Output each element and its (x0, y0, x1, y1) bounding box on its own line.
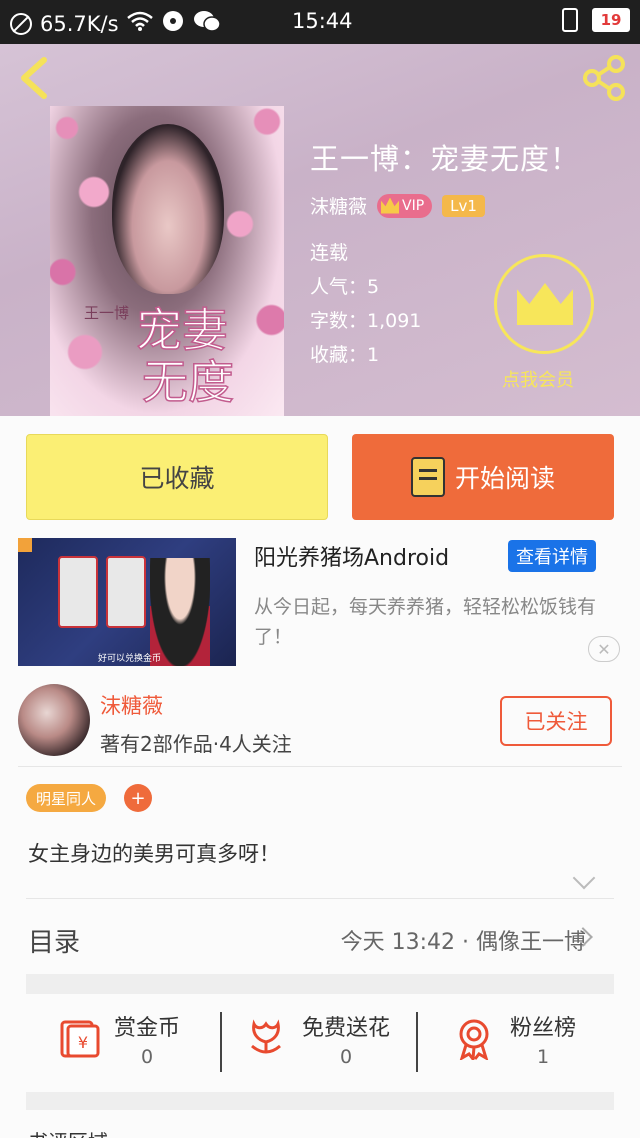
do-not-disturb-icon (10, 12, 32, 35)
music-icon (161, 9, 185, 38)
back-arrow-icon[interactable] (14, 56, 54, 100)
cover-portrait (112, 124, 224, 294)
share-icon[interactable] (580, 54, 628, 102)
ad-person-graphic (150, 558, 210, 666)
reviews-heading: 书评区域 (28, 1126, 108, 1138)
divider (416, 1012, 418, 1072)
book-header: 王一博 宠妻 无度 王一博：宠妻无度！ 沫糖薇 VIP Lv1 连载 人气：5 … (0, 44, 640, 416)
book-popularity: 人气：5 (310, 276, 380, 298)
book-icon (410, 457, 445, 497)
chevron-down-icon[interactable] (572, 866, 596, 890)
start-reading-button[interactable]: 开始阅读 (352, 434, 614, 520)
stat-value: 1 (536, 1046, 550, 1068)
net-speed: 65.7K/s (40, 11, 119, 36)
follow-button[interactable]: 已关注 (500, 696, 612, 746)
stat-fan-ranking[interactable]: 粉丝榜 1 (452, 1010, 640, 1074)
red-envelope-icon: ¥ (56, 1016, 100, 1060)
vip-join-button[interactable] (494, 254, 594, 354)
stat-label: 粉丝榜 (510, 1016, 577, 1041)
author-card-stats: 著有2部作品·4人关注 (100, 732, 292, 756)
ad-corner-tag (18, 538, 32, 552)
ad-detail-button[interactable]: 查看详情 (508, 540, 596, 572)
vibrate-icon (562, 8, 578, 32)
stat-label: 赏金币 (114, 1016, 181, 1041)
battery-icon: 19 (592, 8, 630, 32)
vip-label: VIP (402, 197, 425, 214)
wechat-icon (193, 9, 221, 38)
stat-free-flowers[interactable]: 免费送花 0 (244, 1010, 434, 1074)
ad-image[interactable]: 好可以兑换金币 (18, 538, 236, 666)
stat-value: 0 (339, 1046, 353, 1068)
cover-subtitle: 王一博 (84, 304, 130, 322)
ad-image-caption: 好可以兑换金币 (98, 654, 162, 664)
stat-label: 免费送花 (302, 1016, 391, 1041)
ad-close-icon[interactable]: ✕ (588, 636, 620, 662)
book-intro: 女主身边的美男可真多呀！ (28, 842, 280, 866)
stat-reward-coins[interactable]: ¥ 赏金币 0 (56, 1010, 246, 1074)
status-right: 19 (562, 8, 630, 32)
catalog-label[interactable]: 目录 (28, 922, 80, 959)
book-word-count: 字数：1,091 (310, 310, 422, 332)
crown-icon (381, 197, 400, 214)
section-gap (26, 1092, 614, 1110)
status-left: 65.7K/s (10, 9, 221, 38)
author-card-name[interactable]: 沫糖薇 (100, 690, 163, 720)
add-tag-button[interactable]: + (124, 784, 152, 812)
ad-phone-graphic (106, 556, 146, 628)
ad-phone-graphic (58, 556, 98, 628)
book-title: 王一博：宠妻无度！ (310, 142, 581, 176)
favorited-button[interactable]: 已收藏 (26, 434, 328, 520)
book-status: 连载 (310, 242, 349, 264)
flower-icon (244, 1016, 288, 1060)
book-favorites: 收藏：1 (310, 344, 380, 366)
wifi-icon (126, 11, 153, 36)
cover-flowers-left (50, 106, 130, 416)
tag-pill[interactable]: 明星同人 (26, 784, 107, 812)
author-line: 沫糖薇 VIP Lv1 (310, 192, 485, 219)
medal-icon (452, 1016, 496, 1063)
ad-description: 从今日起，每天养养猪，轻轻松松饭钱有了！ (254, 596, 597, 648)
divider (18, 766, 622, 767)
crown-icon (517, 283, 573, 325)
avatar[interactable] (18, 684, 90, 756)
start-reading-label: 开始阅读 (454, 464, 555, 493)
vip-join-label[interactable]: 点我会员 (502, 366, 574, 392)
level-badge: Lv1 (442, 194, 485, 217)
divider (220, 1012, 222, 1072)
divider (26, 898, 614, 899)
book-cover[interactable]: 王一博 宠妻 无度 (50, 106, 284, 416)
status-time: 15:44 (292, 9, 353, 33)
status-bar: 65.7K/s 15:44 19 (0, 0, 640, 44)
svg-text:¥: ¥ (78, 1033, 88, 1052)
vip-badge: VIP (377, 193, 433, 218)
cover-title-line2: 无度 (141, 354, 235, 410)
section-gap (26, 974, 614, 994)
ad-title[interactable]: 阳光养猪场Android (254, 540, 449, 572)
catalog-latest-chapter[interactable]: 今天 13:42 · 偶像王一博 (341, 924, 586, 956)
stat-value: 0 (140, 1046, 154, 1068)
author-name[interactable]: 沫糖薇 (310, 192, 367, 219)
